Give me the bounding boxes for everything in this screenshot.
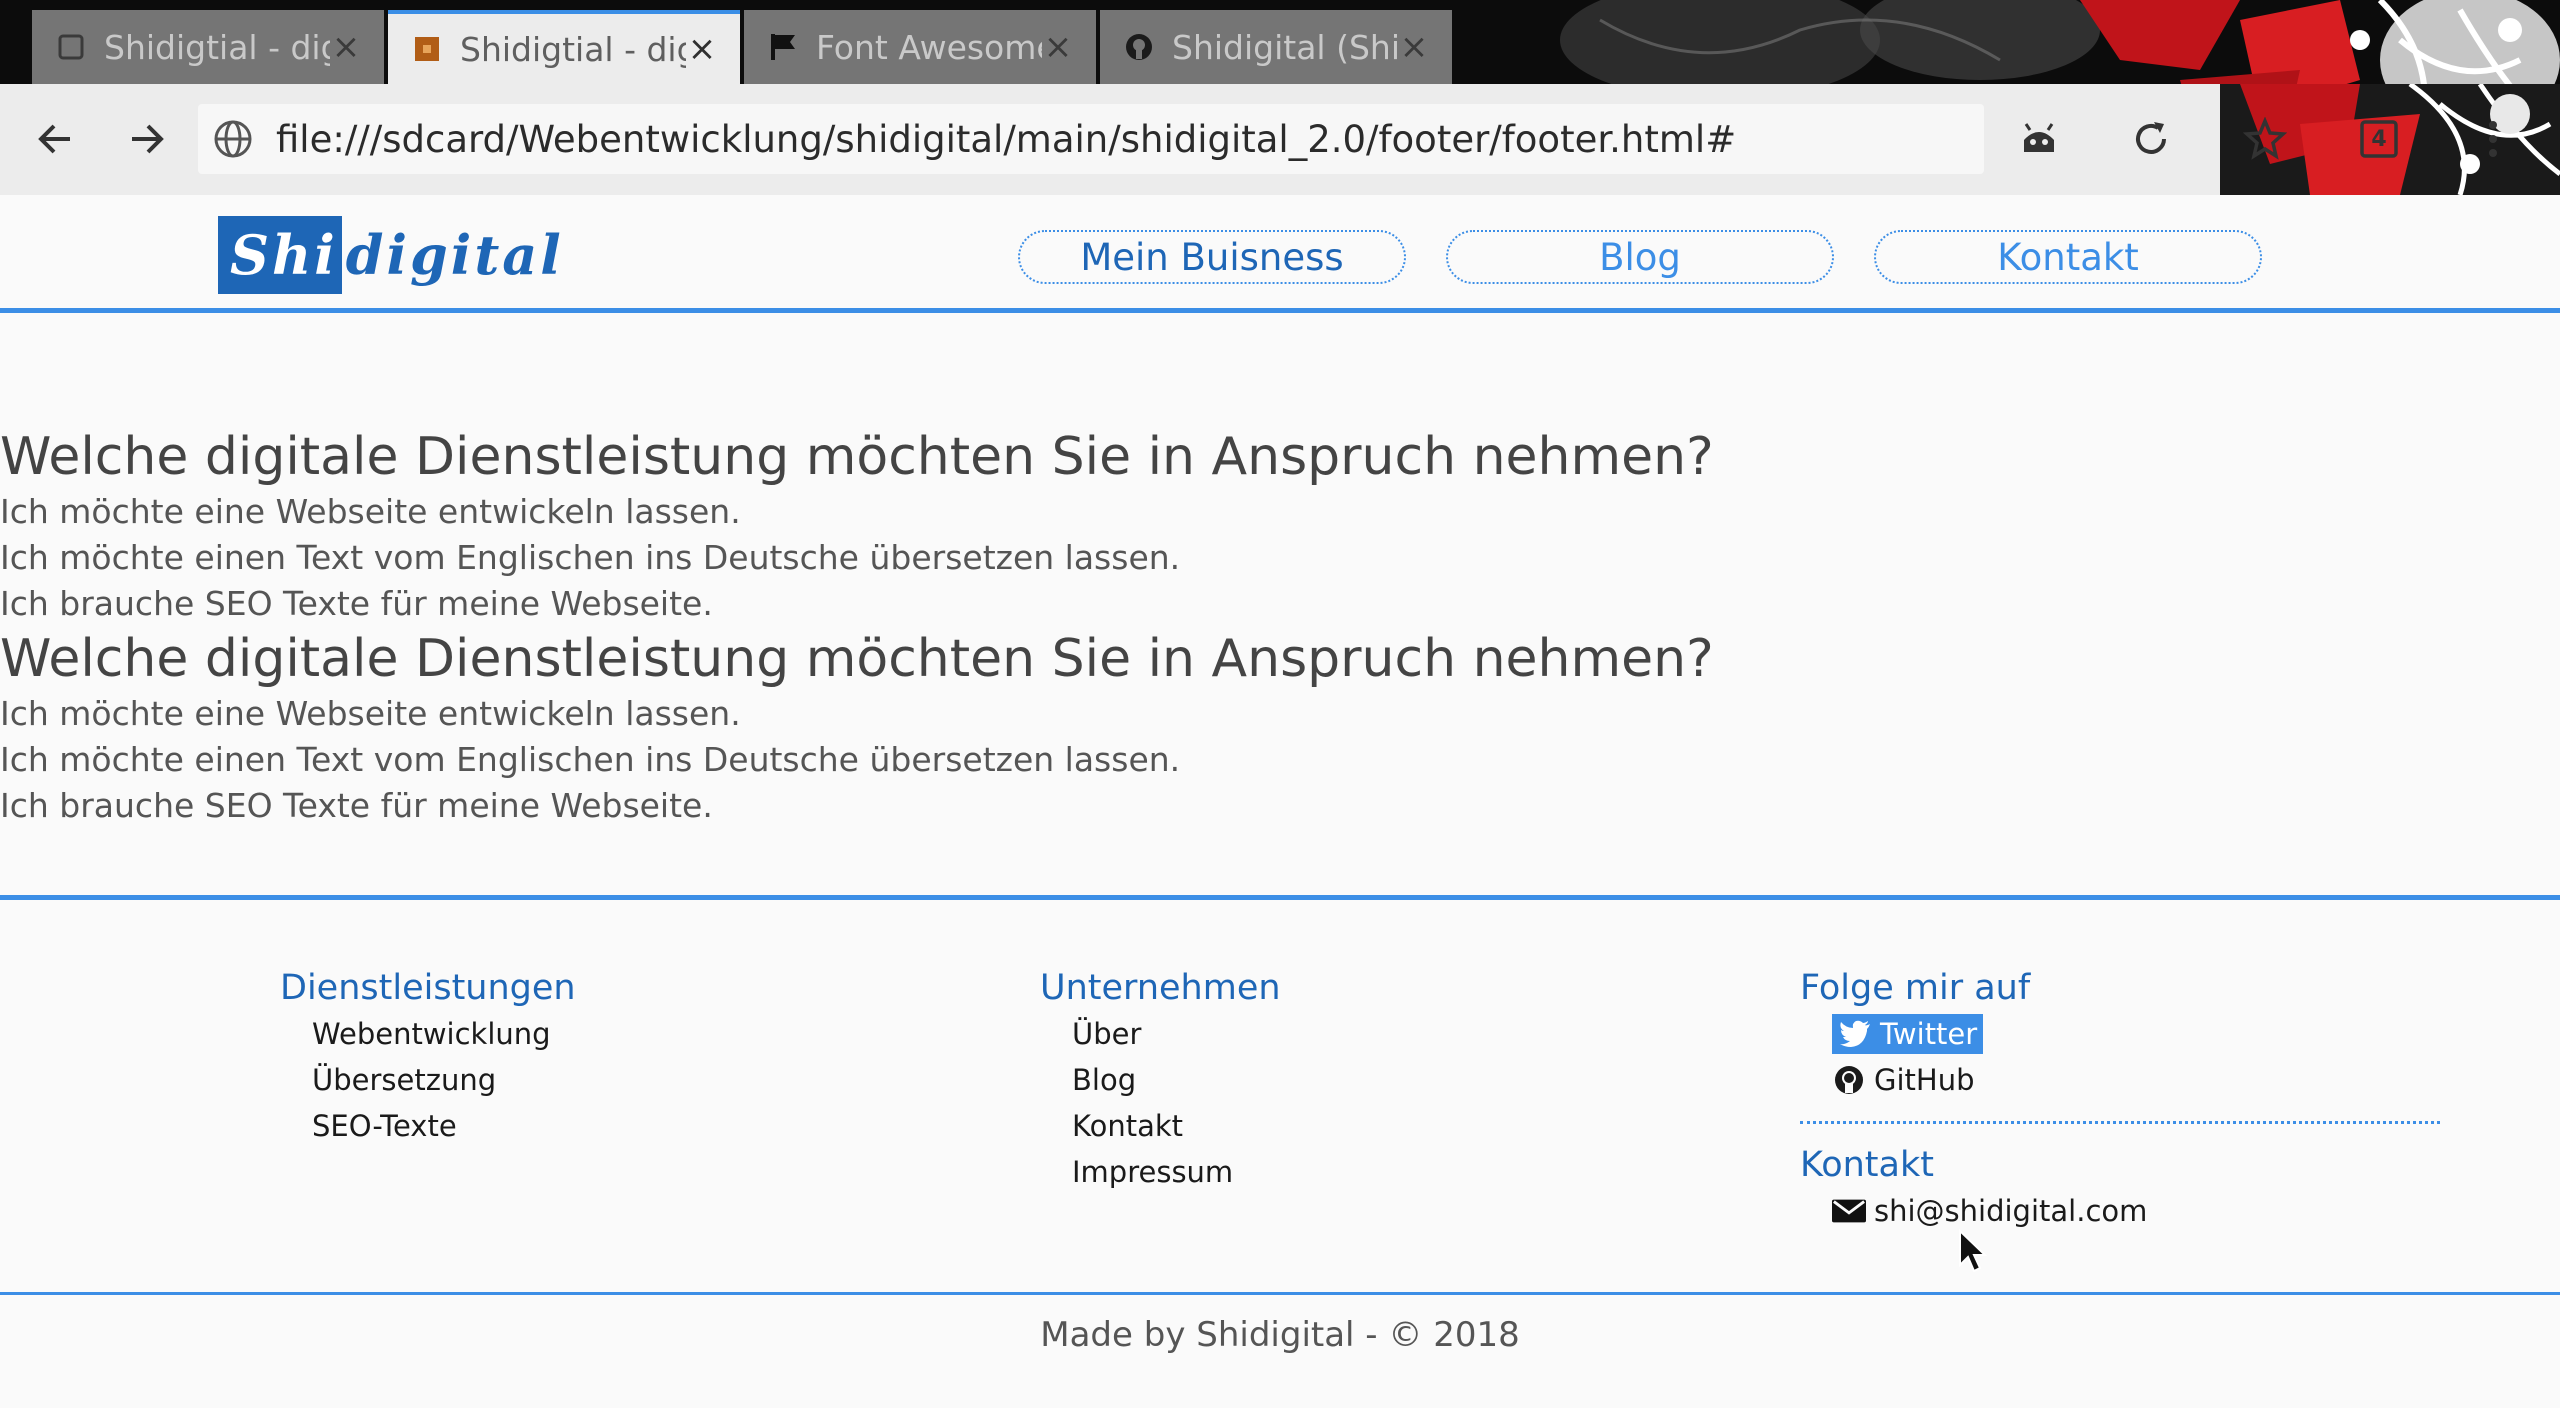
tab-1[interactable]: Shidigtial - digi × [32, 10, 384, 84]
android-icon [2024, 123, 2054, 152]
mouse-cursor-icon [1959, 1229, 1988, 1273]
footer-social-divider [1800, 1121, 2440, 1124]
back-button[interactable] [22, 106, 88, 172]
footer-company-list: Über Blog Kontakt Impressum [1040, 1011, 1281, 1195]
footer-social-github[interactable]: GitHub [1832, 1057, 2440, 1103]
copyright-text: Made by Shidigital - © 2018 [1040, 1315, 1520, 1355]
tab-title: Shidigital (Shi) [1172, 27, 1398, 67]
section-line: Ich möchte eine Webseite entwickeln lass… [0, 492, 741, 531]
close-icon[interactable]: × [686, 29, 718, 69]
twitter-icon [1838, 1017, 1872, 1051]
tab-2-active[interactable]: Shidigtial - digi × [388, 10, 740, 84]
github-label: GitHub [1874, 1063, 1975, 1097]
footer-link-ueber[interactable]: Über [1072, 1011, 1281, 1057]
section-heading: Welche digitale Dienstleistung möchten S… [0, 427, 1714, 487]
footer-link-kontakt[interactable]: Kontakt [1072, 1103, 1281, 1149]
footer-contact-list: shi@shidigital.com [1800, 1188, 2440, 1234]
nav-blog[interactable]: Blog [1446, 230, 1834, 284]
footer-link-impressum[interactable]: Impressum [1072, 1149, 1281, 1195]
section-line: Ich möchte eine Webseite entwickeln lass… [0, 694, 741, 733]
close-icon[interactable]: × [330, 27, 362, 67]
flag-icon [768, 32, 798, 62]
section-heading: Welche digitale Dienstleistung möchten S… [0, 629, 1714, 689]
service-section: Welche digitale Dienstleistung möchten S… [0, 425, 2560, 627]
globe-icon [214, 120, 252, 158]
logo-box-text: Shi [218, 216, 342, 294]
github-icon [1832, 1063, 1866, 1097]
github-icon [1124, 32, 1154, 62]
star-icon [2243, 117, 2287, 160]
nav-mein-buisness[interactable]: Mein Buisness [1018, 230, 1406, 284]
section-line: Ich möchte einen Text vom Englischen ins… [0, 740, 1181, 779]
browser-toolbar: file:///sdcard/Webentwicklung/shidigital… [0, 84, 2560, 195]
site-favicon-icon [412, 34, 442, 64]
footer-social-column: Folge mir auf Twitter GitHub Kontakt shi… [1800, 965, 2440, 1234]
bookmark-button[interactable] [2232, 106, 2298, 172]
blank-page-icon [56, 32, 86, 62]
footer-link-webentwicklung[interactable]: Webentwicklung [312, 1011, 576, 1057]
tab-3[interactable]: Font Awesome × [744, 10, 1096, 84]
section-line: Ich brauche SEO Texte für meine Webseite… [0, 584, 713, 623]
tab-title: Shidigtial - digi [104, 27, 330, 67]
footer-company-title: Unternehmen [1040, 968, 1281, 1008]
browser-tab-strip: Shidigtial - digi × Shidigtial - digi × … [0, 0, 2560, 84]
main-content: Welche digitale Dienstleistung möchten S… [0, 425, 2560, 829]
android-debug-button[interactable] [2006, 106, 2072, 172]
section-line: Ich möchte einen Text vom Englischen ins… [0, 538, 1181, 577]
menu-button[interactable] [2460, 106, 2526, 172]
site-header: Shi digital Mein Buisness Blog Kontakt [0, 195, 2560, 313]
nav-kontakt[interactable]: Kontakt [1874, 230, 2262, 284]
reload-icon [2136, 122, 2166, 154]
address-bar[interactable]: file:///sdcard/Webentwicklung/shidigital… [198, 104, 1984, 174]
email-address: shi@shidigital.com [1874, 1194, 2148, 1228]
copyright-divider [0, 1292, 2560, 1295]
tab-count: 4 [2371, 126, 2387, 152]
footer-services-title: Dienstleistungen [280, 968, 576, 1008]
footer-link-uebersetzung[interactable]: Übersetzung [312, 1057, 576, 1103]
web-page: Shi digital Mein Buisness Blog Kontakt W… [0, 195, 2560, 1408]
logo-rest-text: digital [345, 223, 564, 287]
envelope-icon [1832, 1194, 1866, 1228]
footer-contact-title: Kontakt [1800, 1145, 1934, 1185]
twitter-link[interactable]: Twitter [1832, 1014, 1984, 1054]
footer-social-list: Twitter GitHub [1800, 1011, 2440, 1103]
tab-title: Shidigtial - digi [460, 29, 686, 69]
reload-button[interactable] [2118, 106, 2184, 172]
tab-title: Font Awesome [816, 27, 1042, 67]
tab-switcher-button[interactable]: 4 [2346, 106, 2412, 172]
footer-link-seo-texte[interactable]: SEO-Texte [312, 1103, 576, 1149]
close-icon[interactable]: × [1398, 27, 1430, 67]
twitter-label: Twitter [1880, 1017, 1978, 1051]
arrow-left-icon [38, 124, 70, 154]
footer-contact-email[interactable]: shi@shidigital.com [1832, 1188, 2440, 1234]
section-line: Ich brauche SEO Texte für meine Webseite… [0, 786, 713, 825]
footer-top-divider [0, 895, 2560, 900]
more-vert-icon [2489, 121, 2497, 157]
footer-services-list: Webentwicklung Übersetzung SEO-Texte [280, 1011, 576, 1149]
site-logo[interactable]: Shi digital [218, 216, 564, 294]
tab-4[interactable]: Shidigital (Shi) × [1100, 10, 1452, 84]
forward-button[interactable] [114, 106, 180, 172]
service-section: Welche digitale Dienstleistung möchten S… [0, 627, 2560, 829]
arrow-right-icon [132, 124, 164, 154]
close-icon[interactable]: × [1042, 27, 1074, 67]
footer-social-twitter: Twitter [1832, 1011, 2440, 1057]
footer-follow-title: Folge mir auf [1800, 968, 2031, 1008]
footer-link-blog[interactable]: Blog [1072, 1057, 1281, 1103]
footer-services-column: Dienstleistungen Webentwicklung Übersetz… [280, 965, 576, 1149]
url-text[interactable]: file:///sdcard/Webentwicklung/shidigital… [276, 118, 1736, 161]
footer-company-column: Unternehmen Über Blog Kontakt Impressum [1040, 965, 1281, 1195]
